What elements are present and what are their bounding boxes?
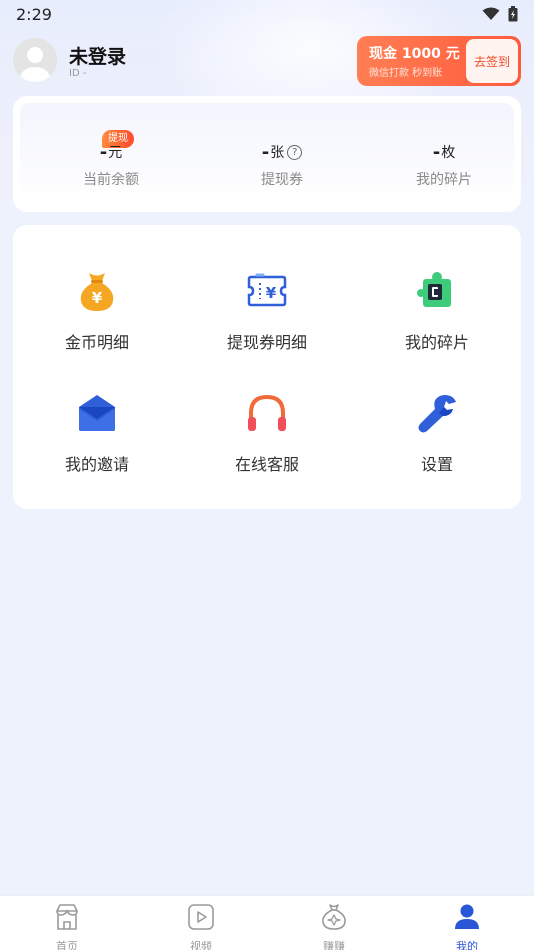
grid-item-coin-details[interactable]: ¥ 金币明细 [13,269,181,353]
stats-inner: 提现 -元 当前余额 -张 ? 提现券 -枚 我的碎片 [20,103,514,205]
status-icons [482,6,518,22]
grid-item-settings[interactable]: 设置 [353,391,521,475]
grid-label: 金币明细 [64,333,129,352]
nav-item-video[interactable]: 视频 [134,902,268,950]
grid-label: 提现券明细 [226,333,307,352]
profile-header: 未登录 ID - 现金 1000 元 微信打款 秒到账 去签到 [13,36,521,88]
video-icon [188,904,214,930]
promo-title: 现金 1000 元 [369,46,460,62]
grid-item-my-invites[interactable]: 我的邀请 [13,391,181,475]
stat-value: -元 [41,141,181,163]
stat-label: 提现券 [261,172,303,188]
promo-subtitle: 微信打款 秒到账 [369,68,443,79]
stat-coupons[interactable]: -张 ? 提现券 [212,141,352,189]
headphones-icon [248,394,286,431]
nav-item-mine[interactable]: 我的 [400,902,534,950]
grid-label: 设置 [420,455,453,474]
stat-unit: 元 [108,145,123,161]
wrench-icon [418,395,456,433]
bottom-navigation: 首页 视频 赚赚 我的 [0,895,534,950]
coupon-icon: ¥ [247,273,287,307]
username[interactable]: 未登录 [69,42,126,69]
svg-text:¥: ¥ [92,289,103,307]
stat-value: -张 ? [212,141,352,163]
svg-text:¥: ¥ [266,284,277,302]
help-icon[interactable]: ? [287,144,303,160]
earn-icon [322,904,346,930]
grid-item-my-fragments[interactable]: 我的碎片 [353,269,521,353]
stat-number: - [261,141,270,163]
grid-label: 我的邀请 [64,455,129,474]
stat-label: 当前余额 [83,172,139,188]
signin-promo-banner[interactable]: 现金 1000 元 微信打款 秒到账 去签到 [357,36,521,86]
stat-fragments[interactable]: -枚 我的碎片 [374,141,514,189]
grid-label: 在线客服 [234,455,299,474]
profile-icon [455,904,479,929]
stat-number: - [432,141,441,163]
envelope-icon [79,395,115,431]
stat-balance[interactable]: -元 当前余额 [41,141,181,189]
puzzle-icon [417,272,451,307]
grid-item-coupon-details[interactable]: ¥ 提现券明细 [183,269,351,353]
function-grid: ¥ 金币明细 ¥ 提现券明细 我的碎片 我的邀请 在线客服 设置 [13,225,521,509]
stat-unit: 张 [270,145,285,161]
nav-label: 赚赚 [323,940,345,950]
status-bar: 2:29 [0,0,534,28]
stat-label: 我的碎片 [416,172,472,188]
signin-button[interactable]: 去签到 [466,39,518,83]
stat-number: - [99,141,108,163]
stat-unit: 枚 [441,145,456,161]
stats-card: 提现 -元 当前余额 -张 ? 提现券 -枚 我的碎片 [13,96,521,212]
nav-label: 首页 [56,940,78,950]
home-icon [56,904,78,930]
user-id: ID - [69,68,87,79]
battery-icon [508,6,518,22]
nav-item-home[interactable]: 首页 [0,902,134,950]
nav-label: 我的 [456,940,478,950]
wifi-icon [482,7,500,20]
nav-label: 视频 [190,940,212,950]
default-avatar-icon [13,38,57,82]
grid-item-online-service[interactable]: 在线客服 [183,391,351,475]
grid-label: 我的碎片 [404,333,469,352]
status-time: 2:29 [16,4,52,24]
stat-value: -枚 [374,141,514,163]
money-bag-icon: ¥ [80,273,114,311]
avatar[interactable] [13,38,57,82]
nav-item-earn[interactable]: 赚赚 [267,902,401,950]
